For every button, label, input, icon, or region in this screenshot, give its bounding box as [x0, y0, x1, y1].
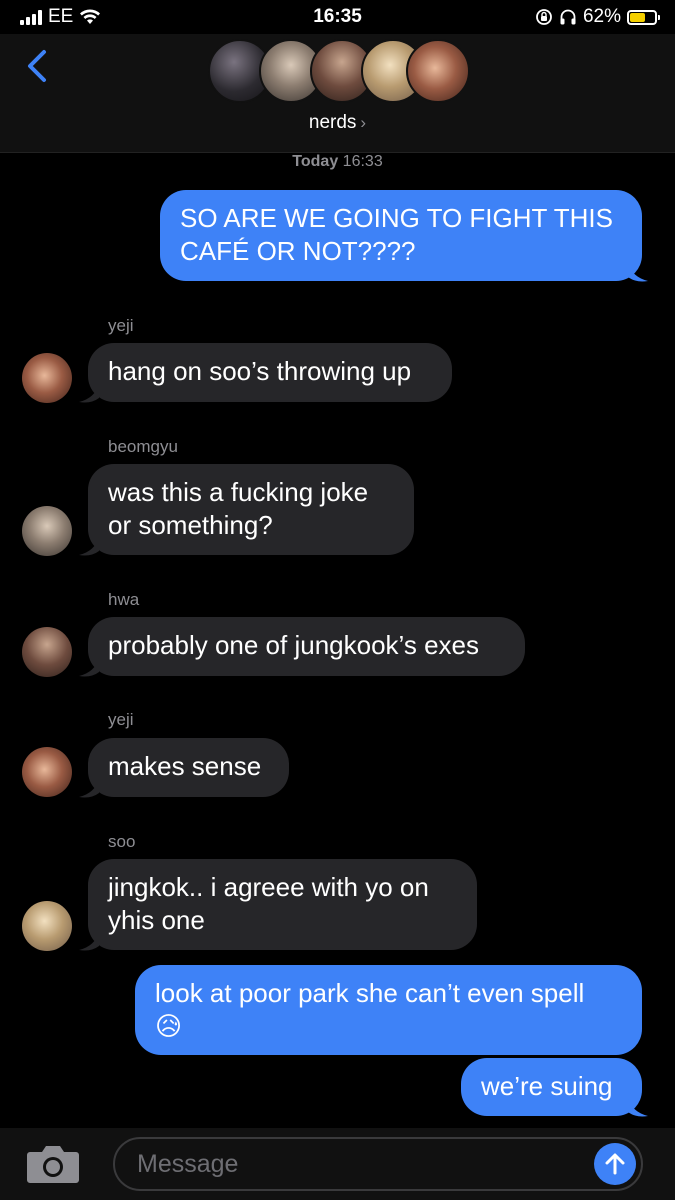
send-arrow-icon	[605, 1153, 625, 1175]
battery-fill	[630, 12, 645, 22]
avatar[interactable]	[22, 353, 72, 403]
incoming-message[interactable]: was this a fucking joke or something?	[88, 464, 414, 555]
sender-name: hwa	[108, 590, 140, 609]
sender-name: beomgyu	[108, 437, 178, 456]
group-avatars[interactable]	[208, 39, 470, 105]
avatar[interactable]	[22, 506, 72, 556]
avatar[interactable]	[22, 901, 72, 951]
bubble-tail	[79, 658, 99, 677]
messages-screen: EE 16:35 62% nerds › Today 16:33 SO ARE …	[0, 0, 675, 1200]
send-button[interactable]	[594, 1143, 636, 1185]
message-field[interactable]: Message	[113, 1137, 643, 1191]
group-name: nerds	[308, 112, 357, 133]
bubble-tail	[79, 384, 99, 403]
status-bar: EE 16:35 62%	[0, 0, 675, 34]
avatar[interactable]	[22, 627, 72, 677]
group-avatar-5	[406, 39, 470, 103]
back-chevron-icon[interactable]	[22, 46, 56, 86]
sender-name: yeji	[108, 316, 134, 335]
conversation-header: nerds ›	[0, 34, 675, 153]
avatar[interactable]	[22, 747, 72, 797]
battery-icon	[627, 9, 660, 25]
status-right: 62%	[535, 6, 660, 28]
battery-percent: 62%	[582, 6, 621, 27]
outgoing-message[interactable]: SO ARE WE GOING TO FIGHT THIS CAFÉ OR NO…	[160, 190, 642, 281]
chevron-right-icon: ›	[360, 113, 367, 132]
timestamp-time: 16:33	[342, 153, 383, 170]
headphones-icon	[560, 9, 576, 25]
incoming-message[interactable]: hang on soo’s throwing up	[88, 343, 452, 402]
group-name-button[interactable]: nerds ›	[0, 112, 675, 134]
message-input-bar: Message	[0, 1128, 675, 1200]
message-placeholder: Message	[137, 1150, 239, 1178]
incoming-message[interactable]: makes sense	[88, 738, 289, 797]
sender-name: yeji	[108, 710, 134, 729]
outgoing-message[interactable]: we’re suing	[461, 1058, 642, 1116]
camera-icon[interactable]	[26, 1142, 80, 1184]
incoming-message[interactable]: jingkok.. i agreee with yo on yhis one	[88, 859, 477, 950]
message-timestamp: Today 16:33	[0, 153, 675, 171]
bubble-tail	[79, 537, 99, 556]
bubble-tail	[79, 779, 99, 798]
outgoing-message[interactable]: look at poor park she can’t even spell 😥	[135, 965, 642, 1055]
orientation-lock-icon	[536, 9, 552, 25]
sender-name: soo	[108, 832, 136, 851]
bubble-tail	[628, 1098, 648, 1117]
bubble-tail	[628, 263, 648, 282]
bubble-tail	[79, 932, 99, 951]
incoming-message[interactable]: probably one of jungkook’s exes	[88, 617, 525, 676]
timestamp-day: Today	[292, 153, 339, 170]
